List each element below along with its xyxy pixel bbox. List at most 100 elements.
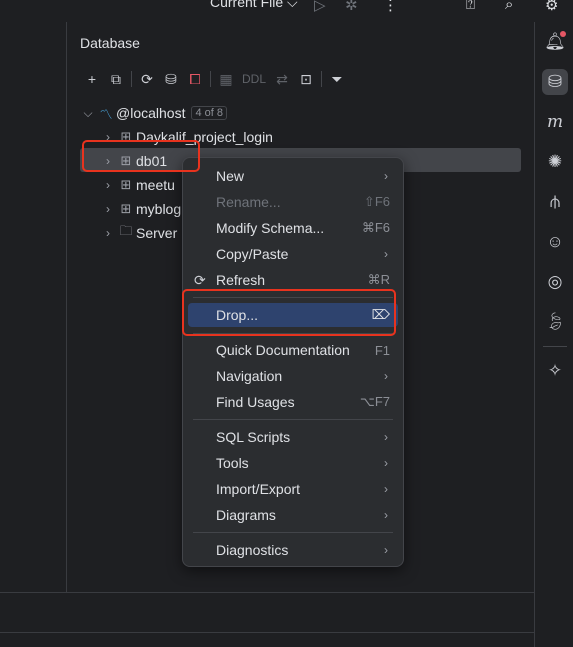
services-icon[interactable]: ☺ — [542, 229, 568, 255]
jump-icon[interactable]: ⇄ — [270, 68, 294, 90]
menu-item-new[interactable]: New › — [188, 164, 398, 188]
menu-item-label: Refresh — [216, 272, 266, 288]
menu-divider — [193, 532, 393, 533]
tree-item[interactable]: › ⊞ meetu — [100, 173, 175, 197]
search-icon[interactable]: ⌕ — [505, 0, 513, 13]
chevron-right-icon[interactable]: › — [100, 178, 116, 192]
maven-icon[interactable]: m — [542, 109, 568, 135]
tree-item[interactable]: › 🗀 Server — [100, 221, 177, 245]
ai-assistant-icon[interactable]: ✧ — [542, 358, 568, 384]
menu-item-label: SQL Scripts — [216, 429, 291, 445]
chevron-right-icon: › — [384, 543, 388, 557]
chevron-right-icon: › — [384, 508, 388, 522]
plugin-icon[interactable]: ✺ — [542, 149, 568, 175]
menu-item-label: Modify Schema... — [216, 220, 325, 236]
menu-item-shortcut: ⌘F6 — [361, 220, 390, 235]
toolbar-divider — [321, 71, 323, 87]
menu-item-diagnostics[interactable]: Diagnostics › — [188, 538, 398, 562]
tree-item[interactable]: › ⊞ myblog — [100, 197, 181, 221]
spring-icon[interactable]: 🍃︎ — [542, 309, 568, 335]
schema-icon: ⊞ — [120, 129, 132, 144]
chevron-right-icon[interactable]: › — [100, 154, 116, 168]
chevron-right-icon: › — [384, 430, 388, 444]
menu-item-refresh[interactable]: ⟳ Refresh ⌘R — [188, 268, 398, 292]
run-icon[interactable]: ▷ — [314, 0, 326, 14]
menu-item-label: Diagnostics — [216, 542, 289, 558]
menu-item-quick-documentation[interactable]: Quick Documentation F1 — [188, 338, 398, 362]
more-icon[interactable]: ⋮ — [383, 0, 398, 14]
refresh-icon: ⟳ — [194, 271, 206, 288]
menu-item-label: Tools — [216, 455, 249, 471]
database-icon[interactable]: ⛁ — [542, 69, 568, 95]
disconnect-icon[interactable]: ⧠ — [183, 68, 207, 90]
right-tool-strip: 🔔︎ ⛁ m ✺ ⫛ ☺ ◎ 🍃︎ ✧ — [534, 22, 573, 647]
profiler-icon[interactable]: ◎ — [542, 269, 568, 295]
refresh-icon[interactable]: ⟳ — [135, 68, 159, 90]
filter-icon[interactable]: ⏷ — [325, 68, 349, 90]
tree-item-label: db01 — [136, 153, 168, 169]
menu-item-shortcut: ⇧F6 — [363, 194, 390, 209]
menu-item-rename[interactable]: Rename... ⇧F6 — [188, 190, 398, 214]
tree-item[interactable]: › ⊞ Daykalif_project_login — [100, 125, 273, 149]
toolbar-divider — [131, 71, 132, 87]
database-toolbar: + ⧉ ⟳ ⛁ ⧠ ▦ DDL ⇄ ⊡ ⏷ — [80, 68, 349, 90]
tree-root-label: @localhost — [116, 105, 186, 121]
chevron-right-icon: › — [384, 456, 388, 470]
toolbar-divider — [210, 71, 211, 87]
tree-root-localhost[interactable]: ⌵ 〽 @localhost 4 of 8 — [80, 101, 227, 125]
menu-divider — [193, 333, 393, 334]
tree-item-label: meetu — [136, 177, 175, 193]
top-bar: Current File ⌵ ▷ ✲ ⋮ ⍰ ⌕ ⚙ — [0, 0, 573, 22]
settings-icon[interactable]: ⚙ — [545, 0, 558, 14]
chevron-down-icon[interactable]: ⌵ — [80, 106, 96, 121]
menu-item-copy-paste[interactable]: Copy/Paste › — [188, 242, 398, 266]
schema-icon: ⊞ — [120, 177, 132, 192]
menu-item-shortcut: ⌥F7 — [359, 394, 390, 409]
menu-item-label: Find Usages — [216, 394, 295, 410]
chevron-right-icon[interactable]: › — [100, 130, 116, 144]
chevron-right-icon: › — [384, 247, 388, 261]
tree-item-label: Server — [136, 225, 178, 241]
chevron-right-icon[interactable]: › — [100, 226, 116, 240]
tree-item-label: Daykalif_project_login — [136, 129, 273, 145]
notification-dot — [560, 31, 566, 37]
console-icon[interactable]: ⊡ — [294, 68, 318, 90]
debug-icon[interactable]: ✲ — [345, 0, 358, 14]
menu-item-drop[interactable]: Drop... ⌦ — [188, 303, 398, 327]
schema-count-badge: 4 of 8 — [191, 106, 227, 120]
menu-item-label: New — [216, 168, 245, 184]
menu-item-label: Navigation — [216, 368, 283, 384]
menu-item-navigation[interactable]: Navigation › — [188, 364, 398, 388]
notifications-icon[interactable]: 🔔︎ — [542, 29, 568, 55]
menu-item-diagrams[interactable]: Diagrams › — [188, 503, 398, 527]
menu-divider — [193, 419, 393, 420]
tree-item-label: myblog — [136, 201, 182, 217]
chevron-right-icon: › — [384, 169, 388, 183]
mysql-icon: 〽 — [99, 106, 113, 122]
menu-item-label: Drop... — [216, 307, 259, 323]
schema-icon: ⊞ — [120, 153, 132, 168]
chevron-right-icon[interactable]: › — [100, 202, 116, 216]
data-source-properties-icon[interactable]: ⛁ — [159, 68, 183, 90]
chevron-right-icon: › — [384, 482, 388, 496]
add-icon[interactable]: + — [80, 68, 104, 90]
add-user-icon[interactable]: ⍰ — [466, 0, 475, 13]
ide-window: Current File ⌵ ▷ ✲ ⋮ ⍰ ⌕ ⚙ Database + ⧉ … — [0, 0, 573, 647]
copy-icon[interactable]: ⧉ — [104, 68, 128, 90]
menu-item-tools[interactable]: Tools › — [188, 451, 398, 475]
menu-item-shortcut: F1 — [374, 342, 390, 358]
panel-title: Database — [80, 35, 140, 51]
menu-item-sql-scripts[interactable]: SQL Scripts › — [188, 425, 398, 449]
menu-divider — [193, 297, 393, 298]
menu-item-modify-schema[interactable]: Modify Schema... ⌘F6 — [188, 216, 398, 240]
table-icon[interactable]: ▦ — [214, 68, 238, 90]
endpoints-icon[interactable]: ⫛ — [542, 189, 568, 215]
menu-item-import-export[interactable]: Import/Export › — [188, 477, 398, 501]
ddl-button[interactable]: DDL — [238, 72, 270, 86]
context-menu: New › Rename... ⇧F6 Modify Schema... ⌘F6… — [182, 157, 404, 567]
bottom-panel — [0, 592, 534, 647]
tree-item-selected[interactable]: › ⊞ db01 — [100, 149, 167, 173]
menu-item-label: Quick Documentation — [216, 342, 350, 358]
menu-item-find-usages[interactable]: Find Usages ⌥F7 — [188, 390, 398, 414]
current-file-selector[interactable]: Current File ⌵ — [210, 0, 298, 11]
